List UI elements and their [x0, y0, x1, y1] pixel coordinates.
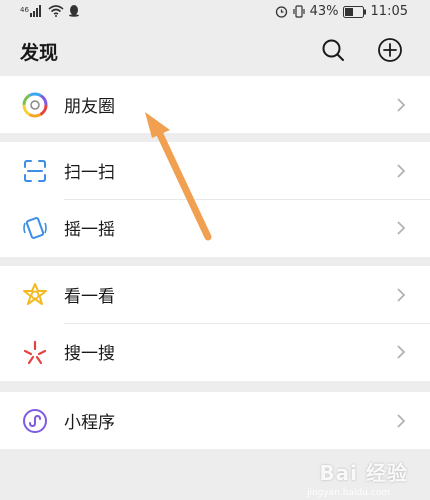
moments-aperture-icon — [22, 92, 48, 118]
status-bar: 46 43% 11:05 — [0, 0, 430, 24]
chevron-right-icon — [397, 98, 406, 112]
moments-label: 朋友圈 — [64, 97, 115, 117]
chevron-right-icon — [397, 288, 406, 302]
qq-notification-icon — [69, 5, 79, 17]
mini-program-icon — [23, 409, 47, 433]
list-item-shake[interactable]: 摇一摇 — [0, 199, 430, 256]
add-button[interactable] — [376, 36, 404, 64]
clock: 11:05 — [370, 4, 408, 19]
svg-text:46: 46 — [20, 6, 29, 14]
list-item-scan[interactable]: 扫一扫 — [0, 142, 430, 199]
section-moments: 朋友圈 — [0, 76, 430, 133]
page-title: 发现 — [20, 42, 59, 64]
vibrate-icon — [293, 5, 305, 18]
shake-icon — [23, 217, 47, 239]
section-top-search: 看一看 搜一搜 — [0, 266, 430, 381]
plus-circle-icon — [378, 38, 402, 62]
signal-icon: 46 — [20, 4, 41, 17]
header-bar: 发现 — [0, 24, 430, 76]
list-item-mini-programs[interactable]: 小程序 — [0, 392, 430, 449]
shake-label: 摇一摇 — [64, 220, 115, 240]
section-scan-shake: 扫一扫 摇一摇 — [0, 142, 430, 257]
wifi-icon — [48, 4, 64, 17]
watermark: Bai 经验 — [319, 461, 408, 485]
battery-percent: 43% — [309, 4, 339, 19]
top-stories-icon — [23, 283, 47, 305]
search-sparkle-icon — [23, 340, 47, 365]
search-button[interactable] — [319, 36, 347, 64]
scan-label: 扫一扫 — [64, 163, 115, 183]
chevron-right-icon — [397, 345, 406, 359]
alarm-icon — [275, 6, 287, 18]
section-mini-programs: 小程序 — [0, 392, 430, 449]
chevron-right-icon — [397, 164, 406, 178]
list-item-search[interactable]: 搜一搜 — [0, 323, 430, 380]
mini-programs-label: 小程序 — [64, 413, 115, 433]
scan-icon — [24, 160, 46, 182]
search-icon — [322, 39, 344, 61]
chevron-right-icon — [397, 221, 406, 235]
chevron-right-icon — [397, 414, 406, 428]
battery-icon — [342, 5, 366, 18]
top-stories-label: 看一看 — [64, 287, 115, 307]
list-item-moments[interactable]: 朋友圈 — [0, 76, 430, 133]
watermark-sub: jingyan.baidu.com — [306, 488, 390, 498]
search-label: 搜一搜 — [64, 344, 115, 364]
list-item-top-stories[interactable]: 看一看 — [0, 266, 430, 323]
